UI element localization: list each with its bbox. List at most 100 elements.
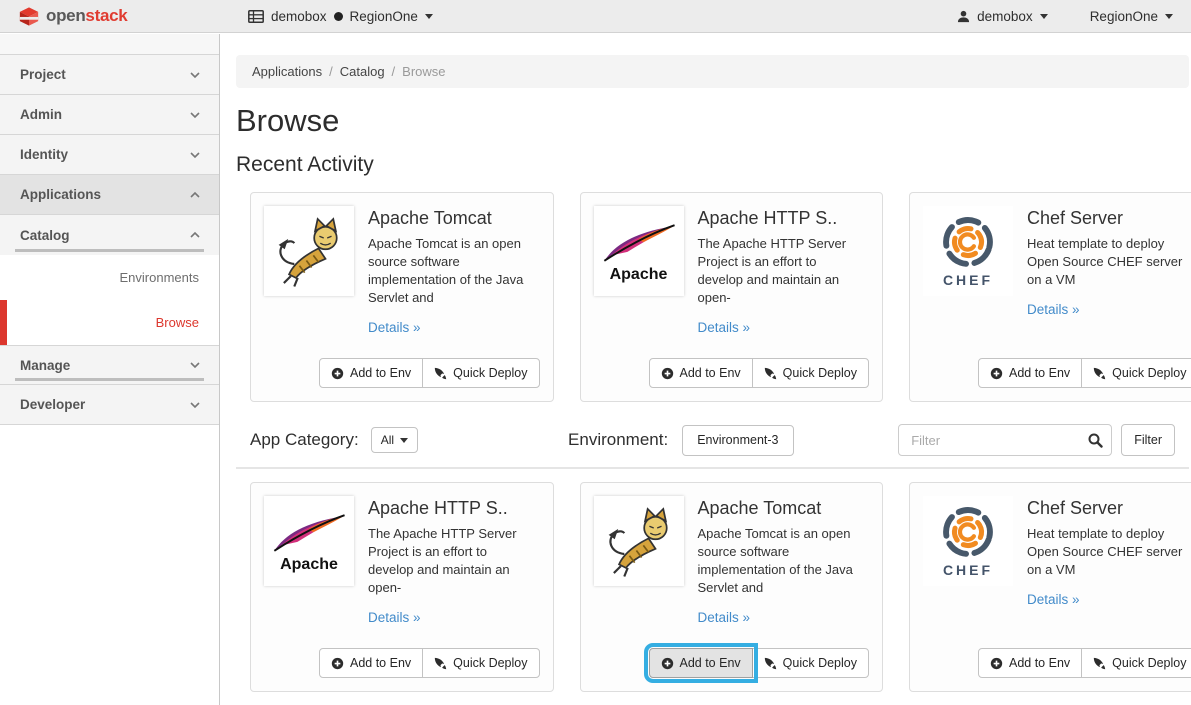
apache-logo-text: Apache [610,267,668,283]
user-menu[interactable]: demobox [957,9,1048,24]
project-list-icon [248,10,264,23]
card-action-buttons: Add to Env Quick Deploy [319,648,540,678]
app-title: Apache Tomcat [698,497,858,519]
quick-deploy-button[interactable]: Quick Deploy [422,358,539,388]
app-description: Apache Tomcat is an open source software… [368,235,528,307]
project-region-switcher[interactable]: demobox RegionOne [248,9,433,24]
topbar-right-menus: demobox RegionOne [957,9,1173,24]
add-to-env-button[interactable]: Add to Env [319,648,423,678]
add-to-env-button-highlighted[interactable]: Add to Env [649,648,753,678]
filter-button[interactable]: Filter [1121,424,1175,456]
rocket-icon [764,657,777,670]
sidebar-top-strip [0,34,219,55]
sidebar-item-admin[interactable]: Admin [0,95,219,135]
app-category-dropdown[interactable]: All [371,427,418,453]
app-description: The Apache HTTP Server Project is an eff… [368,525,528,597]
breadcrumb-catalog[interactable]: Catalog [340,64,385,79]
rocket-icon [1093,657,1106,670]
sidebar-item-browse[interactable]: Browse [0,300,219,345]
app-title: Apache HTTP S.. [698,207,858,229]
chevron-down-icon [189,401,201,409]
plus-circle-icon [661,657,674,670]
main-content: Applications / Catalog / Browse Browse R… [236,34,1189,692]
top-navbar: openstack demobox RegionOne demobox [0,0,1191,33]
breadcrumb-applications[interactable]: Applications [252,64,322,79]
chevron-down-icon [189,151,201,159]
plus-circle-icon [331,657,344,670]
quick-deploy-button[interactable]: Quick Deploy [422,648,539,678]
breadcrumb-separator: / [329,64,333,79]
chevron-up-icon [189,231,201,239]
chef-logo: CHEF [923,496,1013,586]
app-card-apache-tomcat: Apache Tomcat Apache Tomcat is an open s… [250,192,554,402]
app-description: Heat template to deploy Open Source CHEF… [1027,235,1187,289]
details-link[interactable]: Details » [368,320,421,335]
app-title: Apache HTTP S.. [368,497,528,519]
search-icon[interactable] [1087,432,1103,453]
environment-select-button[interactable]: Environment-3 [682,425,793,456]
add-to-env-button[interactable]: Add to Env [978,358,1082,388]
chevron-down-icon [189,71,201,79]
details-link[interactable]: Details » [1027,302,1080,317]
details-link[interactable]: Details » [1027,592,1080,607]
chevron-down-icon [189,111,201,119]
rocket-icon [434,367,447,380]
chef-logo-text: CHEF [943,272,993,288]
details-link[interactable]: Details » [368,610,421,625]
app-category-label: App Category: [250,430,359,450]
quick-deploy-button[interactable]: Quick Deploy [1081,358,1191,388]
caret-down-icon [1165,14,1173,19]
app-description: Heat template to deploy Open Source CHEF… [1027,525,1187,579]
app-title: Chef Server [1027,497,1187,519]
plus-circle-icon [661,367,674,380]
quick-deploy-button[interactable]: Quick Deploy [752,648,869,678]
add-to-env-button[interactable]: Add to Env [978,648,1082,678]
apache-http-logo: Apache [264,496,354,586]
app-card-chef-server: CHEF Chef Server Heat template to deploy… [909,482,1191,692]
brand-wordmark: openstack [46,6,127,26]
region-menu[interactable]: RegionOne [1090,9,1173,24]
apache-tomcat-logo [264,206,354,296]
app-card-apache-tomcat: Apache Tomcat Apache Tomcat is an open s… [580,482,884,692]
sidebar-nav: Project Admin Identity Applications Cata… [0,34,220,705]
apache-logo-text: Apache [280,557,338,573]
add-to-env-button[interactable]: Add to Env [319,358,423,388]
filter-search [898,424,1112,456]
app-title: Chef Server [1027,207,1187,229]
sidebar-item-environments[interactable]: Environments [0,255,219,300]
add-to-env-button[interactable]: Add to Env [649,358,753,388]
catalog-result-cards: Apache Apache HTTP S.. The Apache HTTP S… [250,482,1175,692]
breadcrumb-separator: / [392,64,396,79]
app-card-apache-http: Apache Apache HTTP S.. The Apache HTTP S… [250,482,554,692]
sidebar-item-developer[interactable]: Developer [0,385,219,425]
sidebar-item-applications[interactable]: Applications [0,175,219,215]
breadcrumb: Applications / Catalog / Browse [236,55,1189,88]
app-card-chef-server: CHEF Chef Server Heat template to deploy… [909,192,1191,402]
details-link[interactable]: Details » [698,320,751,335]
plus-circle-icon [990,367,1003,380]
chevron-up-icon [189,191,201,199]
region-menu-label: RegionOne [1090,9,1158,24]
card-action-buttons: Add to Env Quick Deploy [319,358,540,388]
chef-logo-text: CHEF [943,562,993,578]
app-description: Apache Tomcat is an open source software… [698,525,858,597]
openstack-cube-icon [18,6,40,27]
quick-deploy-button[interactable]: Quick Deploy [1081,648,1191,678]
breadcrumb-current: Browse [402,64,445,79]
openstack-logo[interactable]: openstack [18,6,127,27]
quick-deploy-button[interactable]: Quick Deploy [752,358,869,388]
caret-down-icon [1040,14,1048,19]
app-title: Apache Tomcat [368,207,528,229]
sidebar-item-identity[interactable]: Identity [0,135,219,175]
sidebar-item-manage[interactable]: Manage [0,345,219,385]
card-action-buttons: Add to Env Quick Deploy [978,648,1191,678]
card-action-buttons: Add to Env Quick Deploy [649,648,870,678]
details-link[interactable]: Details » [698,610,751,625]
sidebar-item-catalog[interactable]: Catalog [0,215,219,255]
filter-input[interactable] [898,424,1112,456]
recent-activity-cards: Apache Tomcat Apache Tomcat is an open s… [250,192,1175,402]
chevron-down-icon [189,361,201,369]
sidebar-item-project[interactable]: Project [0,55,219,95]
apache-tomcat-logo [594,496,684,586]
rocket-icon [1093,367,1106,380]
